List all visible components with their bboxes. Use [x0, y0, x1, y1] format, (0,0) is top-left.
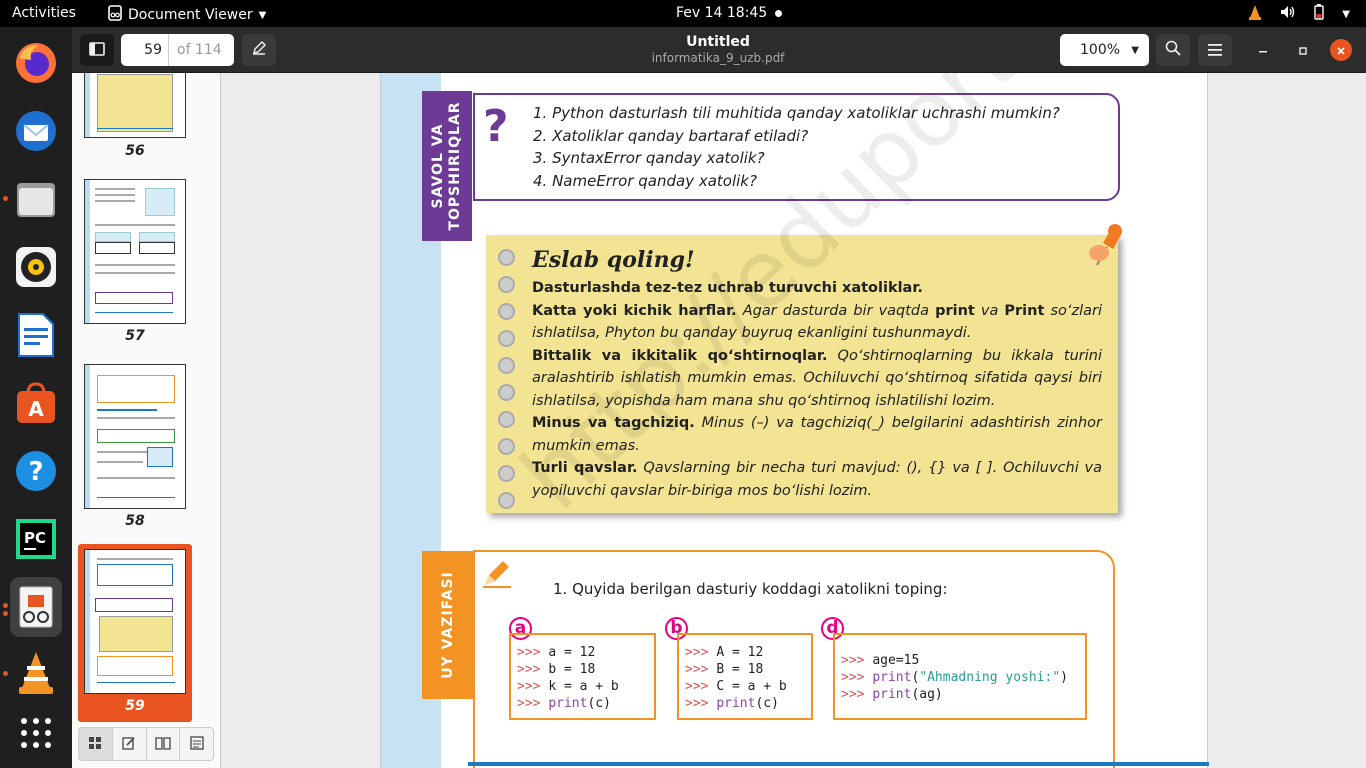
- battery-icon[interactable]: [1314, 4, 1324, 24]
- notebook-ring: [498, 276, 515, 293]
- list-icon: [189, 735, 204, 754]
- app-menu[interactable]: Document Viewer ▼: [108, 5, 266, 25]
- vlc-running-indicator: [3, 671, 8, 676]
- savol-tab-label: SAVOL VA TOPSHIRIQLAR: [430, 101, 463, 231]
- files-running-indicator: [3, 196, 8, 201]
- thumbnail-label: 59: [125, 698, 145, 714]
- book-icon: [155, 735, 171, 754]
- svg-text:?: ?: [28, 457, 43, 487]
- thumbnail-label: 56: [125, 143, 145, 159]
- homework-tab: UY VAZIFASI: [422, 551, 474, 699]
- maximize-button[interactable]: [1290, 34, 1316, 66]
- top-bar: Activities Document Viewer ▼ Fev 14 18:4…: [0, 0, 1366, 27]
- hamburger-icon: [1208, 41, 1222, 60]
- window-title: Untitled informatika_9_uzb.pdf: [612, 34, 824, 65]
- minimize-button[interactable]: [1250, 34, 1276, 66]
- viewer-running-indicator-2: [3, 611, 8, 616]
- close-icon: [1336, 41, 1346, 60]
- system-tray[interactable]: ▼: [1248, 4, 1350, 24]
- thumbnails-view-button[interactable]: [79, 728, 113, 760]
- thunderbird-icon[interactable]: [10, 105, 62, 157]
- menu-button[interactable]: [1198, 34, 1232, 66]
- search-icon: [1165, 40, 1181, 60]
- viewer-running-indicator: [3, 603, 8, 608]
- volume-icon[interactable]: [1280, 5, 1296, 23]
- vlc-icon[interactable]: [10, 647, 62, 699]
- outline-view-button[interactable]: [180, 728, 213, 760]
- document-title: Untitled: [686, 34, 750, 50]
- notebook-ring: [498, 384, 515, 401]
- files-icon[interactable]: [10, 173, 62, 225]
- help-icon[interactable]: ?: [10, 445, 62, 497]
- zoom-value: 100%: [1080, 42, 1121, 58]
- software-center-icon[interactable]: A: [10, 377, 62, 429]
- sidebar-toggle-button[interactable]: [80, 34, 114, 66]
- page-selector[interactable]: 59 of 114: [121, 34, 234, 66]
- thumbnail-label: 58: [125, 513, 145, 529]
- pycharm-icon[interactable]: PC: [10, 513, 62, 565]
- page-number-input[interactable]: 59: [121, 34, 169, 66]
- sidebar-view-switcher: [78, 727, 214, 761]
- svg-text:A: A: [28, 397, 44, 421]
- code-block-a: >>> a = 12 >>> b = 18 >>> k = a + b >>> pri…: [509, 633, 656, 720]
- libreoffice-writer-icon[interactable]: [10, 309, 62, 361]
- clock[interactable]: Fev 14 18:45: [676, 5, 767, 21]
- notebook-ring: [498, 330, 515, 347]
- edit-icon: [122, 735, 136, 754]
- chevron-down-icon: ▼: [1131, 44, 1139, 56]
- rhythmbox-icon[interactable]: [10, 241, 62, 293]
- page-thumbnail-58[interactable]: [84, 364, 186, 509]
- annotations-view-button[interactable]: [113, 728, 147, 760]
- page-footer-line: [468, 762, 1209, 766]
- thumbnail-sidebar: 56 57 58 59: [72, 73, 221, 768]
- page-thumbnail-56[interactable]: [84, 73, 186, 138]
- notebook-ring: [498, 303, 515, 320]
- svg-text:PC: PC: [24, 529, 46, 547]
- code-block-d: >>> age=15 >>> print("Ahmadning yoshi:") >…: [833, 633, 1087, 720]
- grid-icon: [88, 735, 102, 754]
- homework-tab-label: UY VAZIFASI: [440, 571, 456, 679]
- maximize-icon: [1298, 41, 1308, 60]
- minimize-icon: [1258, 41, 1268, 60]
- pushpin-icon: [1085, 221, 1125, 275]
- close-button[interactable]: [1330, 39, 1352, 61]
- sidebar-icon: [89, 41, 105, 60]
- dock: A ? PC: [0, 27, 72, 768]
- bookmarks-view-button[interactable]: [147, 728, 181, 760]
- notebook-ring: [498, 492, 515, 509]
- document-view[interactable]: SAVOL VA TOPSHIRIQLAR ? 1. Python dastur…: [221, 73, 1366, 768]
- notebook-ring: [498, 249, 515, 266]
- firefox-icon[interactable]: [10, 37, 62, 89]
- savol-tab: SAVOL VA TOPSHIRIQLAR: [422, 91, 472, 241]
- annotate-button[interactable]: [242, 34, 276, 66]
- document-filename: informatika_9_uzb.pdf: [651, 51, 785, 65]
- vlc-tray-icon[interactable]: [1248, 4, 1262, 24]
- page-total: of 114: [177, 42, 222, 58]
- show-applications-icon[interactable]: [10, 707, 62, 759]
- app-menu-label: Document Viewer: [128, 7, 253, 23]
- pencil-icon: [251, 40, 267, 60]
- pdf-page: SAVOL VA TOPSHIRIQLAR ? 1. Python dastur…: [380, 73, 1209, 768]
- page-thumbnail-59[interactable]: [84, 549, 186, 694]
- notebook-ring: [498, 465, 515, 482]
- note-title: Eslab qoling!: [532, 247, 695, 273]
- document-viewer-icon: [108, 5, 122, 25]
- search-button[interactable]: [1156, 34, 1190, 66]
- notebook-ring: [498, 357, 515, 374]
- header-bar: 59 of 114 Untitled informatika_9_uzb.pdf…: [72, 27, 1366, 73]
- notification-dot: [775, 10, 782, 17]
- page-thumbnail-57[interactable]: [84, 179, 186, 324]
- document-viewer-dock-icon[interactable]: [10, 577, 62, 637]
- zoom-select[interactable]: 100% ▼: [1060, 34, 1149, 66]
- activities-button[interactable]: Activities: [12, 5, 76, 21]
- pencil-icon: [481, 557, 513, 593]
- power-menu-icon[interactable]: ▼: [1342, 9, 1350, 20]
- thumbnail-label: 57: [125, 328, 145, 344]
- note-item: Katta yoki kichik harflar. Agar dasturda…: [532, 302, 1102, 342]
- code-block-b: >>> A = 12 >>> B = 18 >>> C = a + b >>> pri…: [677, 633, 813, 720]
- chevron-down-icon: ▼: [258, 9, 267, 21]
- homework-task: 1. Quyida berilgan dasturiy koddagi xato…: [553, 580, 948, 598]
- notebook-ring: [498, 411, 515, 428]
- question-mark-icon: ?: [483, 101, 509, 152]
